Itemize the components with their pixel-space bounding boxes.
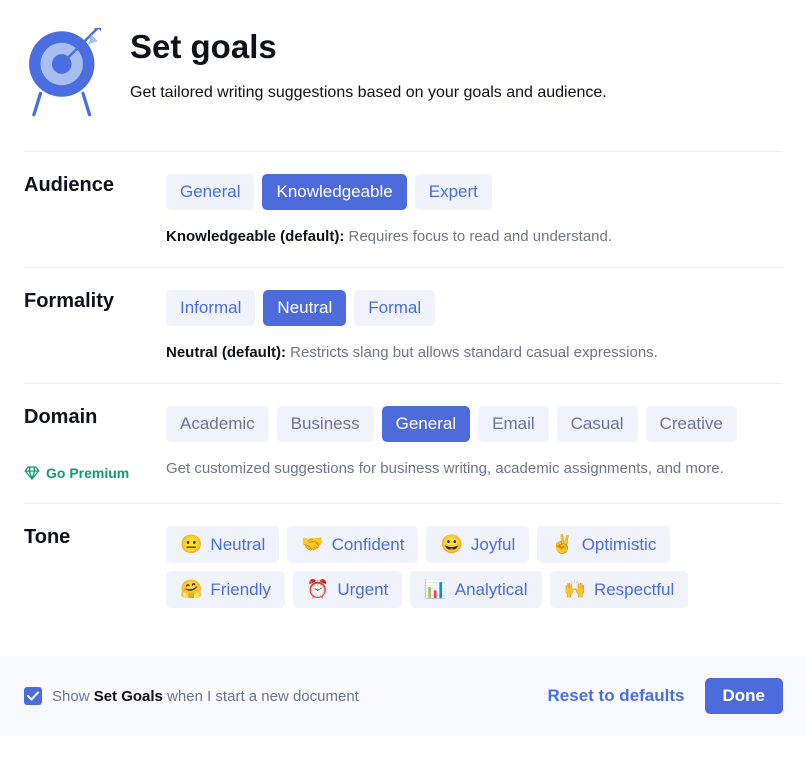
tone-label: Tone (24, 526, 142, 549)
domain-desc: Get customized suggestions for business … (166, 460, 783, 477)
audience-pills: GeneralKnowledgeableExpert (166, 174, 783, 210)
domain-pills: AcademicBusinessGeneralEmailCasualCreati… (166, 406, 783, 442)
audience-desc: Knowledgeable (default): Requires focus … (166, 228, 783, 245)
tone-option-joyful[interactable]: 😀Joyful (426, 526, 529, 563)
audience-option-knowledgeable[interactable]: Knowledgeable (262, 174, 406, 210)
domain-option-casual[interactable]: Casual (557, 406, 638, 442)
domain-option-email[interactable]: Email (478, 406, 549, 442)
footer: Show Set Goals when I start a new docume… (0, 656, 807, 736)
tone-option-friendly[interactable]: 🤗Friendly (166, 571, 285, 608)
formality-option-formal[interactable]: Formal (354, 290, 435, 326)
audience-option-general[interactable]: General (166, 174, 254, 210)
audience-section: Audience GeneralKnowledgeableExpert Know… (24, 152, 783, 268)
tone-option-optimistic[interactable]: ✌️Optimistic (537, 526, 670, 563)
domain-section: Domain Go Premium AcademicBusinessGenera… (24, 384, 783, 504)
formality-desc: Neutral (default): Restricts slang but a… (166, 344, 783, 361)
tone-section: Tone 😐Neutral🤝Confident😀Joyful✌️Optimist… (24, 504, 783, 656)
formality-section: Formality InformalNeutralFormal Neutral … (24, 268, 783, 384)
diamond-icon (24, 465, 40, 481)
formality-pills: InformalNeutralFormal (166, 290, 783, 326)
page-subtitle: Get tailored writing suggestions based o… (130, 84, 607, 102)
show-goals-checkbox[interactable] (24, 687, 42, 705)
check-icon (27, 691, 39, 701)
formality-option-neutral[interactable]: Neutral (263, 290, 346, 326)
domain-option-business[interactable]: Business (277, 406, 374, 442)
done-button[interactable]: Done (705, 678, 784, 714)
page-title: Set goals (130, 28, 607, 66)
tone-option-respectful[interactable]: 🙌Respectful (550, 571, 689, 608)
domain-label: Domain (24, 406, 142, 429)
formality-option-informal[interactable]: Informal (166, 290, 255, 326)
domain-option-general[interactable]: General (382, 406, 470, 442)
show-goals-row[interactable]: Show Set Goals when I start a new docume… (24, 687, 359, 705)
tone-option-neutral[interactable]: 😐Neutral (166, 526, 279, 563)
header: Set goals Get tailored writing suggestio… (24, 28, 783, 152)
tone-pills: 😐Neutral🤝Confident😀Joyful✌️Optimistic 🤗Fr… (166, 526, 783, 608)
domain-option-creative[interactable]: Creative (646, 406, 737, 442)
tone-option-urgent[interactable]: ⏰Urgent (293, 571, 402, 608)
tone-option-confident[interactable]: 🤝Confident (287, 526, 418, 563)
go-premium-link[interactable]: Go Premium (24, 465, 142, 481)
formality-label: Formality (24, 290, 142, 313)
audience-option-expert[interactable]: Expert (415, 174, 492, 210)
target-icon (24, 28, 106, 123)
audience-label: Audience (24, 174, 142, 197)
domain-option-academic[interactable]: Academic (166, 406, 269, 442)
show-goals-label: Show Set Goals when I start a new docume… (52, 688, 359, 705)
tone-option-analytical[interactable]: 📊Analytical (410, 571, 541, 608)
reset-button[interactable]: Reset to defaults (548, 686, 685, 706)
